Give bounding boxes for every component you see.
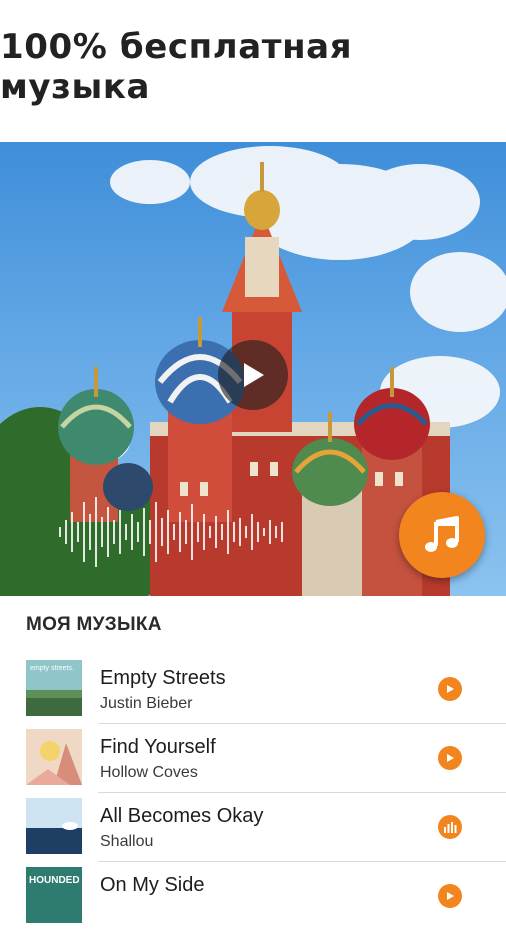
video-play-button[interactable] <box>218 340 288 410</box>
album-art-caption: HOUNDED <box>29 875 80 886</box>
album-art-empty-streets: empty streets. <box>26 660 82 716</box>
play-icon <box>447 685 454 693</box>
my-music-heading: МОЯ МУЗЫКА <box>26 614 162 635</box>
track-title: Empty Streets <box>100 667 226 689</box>
now-playing-button[interactable] <box>438 815 462 839</box>
track-row[interactable]: HOUNDED On My Side <box>0 862 506 931</box>
equalizer-icon <box>444 822 457 833</box>
track-artist: Justin Bieber <box>100 695 193 712</box>
track-list: empty streets. Empty Streets Justin Bieb… <box>0 655 506 931</box>
track-title: All Becomes Okay <box>100 805 264 827</box>
hero-banner <box>0 142 506 596</box>
track-artist: Shallou <box>100 833 154 850</box>
play-icon <box>244 363 264 387</box>
track-artist: Hollow Coves <box>100 764 198 781</box>
album-art-caption: empty streets. <box>30 665 74 672</box>
play-track-button[interactable] <box>438 746 462 770</box>
play-icon <box>447 754 454 762</box>
album-art-all-becomes-okay <box>26 798 82 854</box>
music-note-icon <box>425 516 459 552</box>
promo-title: 100% бесплатная музыка <box>0 27 353 107</box>
play-track-button[interactable] <box>438 677 462 701</box>
track-title: Find Yourself <box>100 736 216 758</box>
track-row[interactable]: All Becomes Okay Shallou <box>0 793 506 862</box>
album-art-on-my-side: HOUNDED <box>26 867 82 923</box>
play-track-button[interactable] <box>438 884 462 908</box>
music-fab-button[interactable] <box>399 492 485 578</box>
album-art-find-yourself <box>26 729 82 785</box>
track-title: On My Side <box>100 874 205 896</box>
promo-header: 100% бесплатная музыка <box>0 0 506 142</box>
track-row[interactable]: Find Yourself Hollow Coves <box>0 724 506 793</box>
track-row[interactable]: empty streets. Empty Streets Justin Bieb… <box>0 655 506 724</box>
